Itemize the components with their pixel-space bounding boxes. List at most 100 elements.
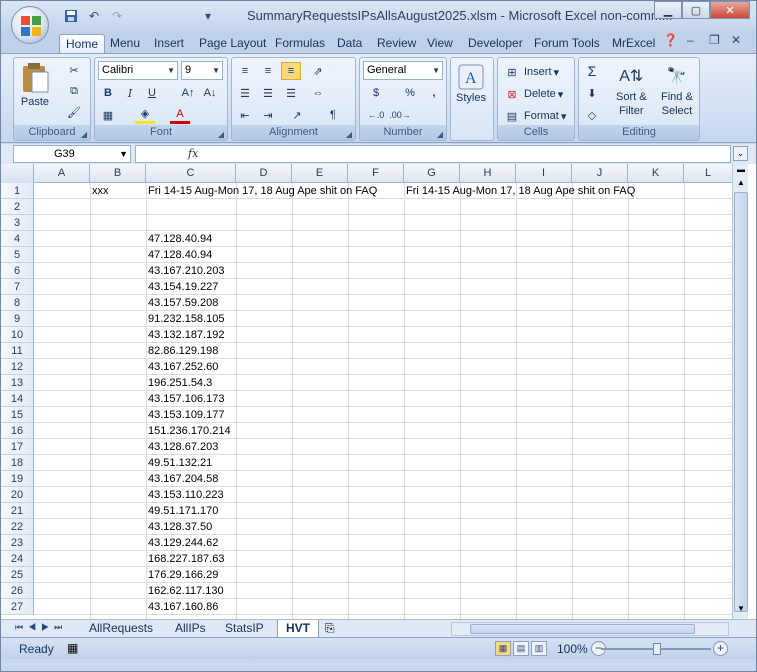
cell-G1[interactable]: Fri 14-15 Aug-Mon 17, 18 Aug Ape shit on… xyxy=(404,183,635,199)
paste-button[interactable]: Paste xyxy=(20,62,50,108)
align-left-icon[interactable]: ☰ xyxy=(235,84,255,102)
customize-qat-icon[interactable]: ▾ xyxy=(198,7,218,25)
align-right-icon[interactable]: ☰ xyxy=(281,84,301,102)
row-header[interactable]: 24 xyxy=(1,551,34,567)
vertical-scroll-thumb[interactable] xyxy=(734,192,748,612)
vertical-scrollbar[interactable]: ▬ ▲ ▼ xyxy=(732,164,748,619)
cell-G23[interactable] xyxy=(404,535,406,551)
cell-C22[interactable]: 43.128.37.50 xyxy=(146,519,212,535)
cell-B22[interactable] xyxy=(90,519,92,535)
cell-G13[interactable] xyxy=(404,375,406,391)
cell-B8[interactable] xyxy=(90,295,92,311)
scroll-split-icon[interactable]: ▬ xyxy=(734,165,748,177)
cell-B20[interactable] xyxy=(90,487,92,503)
cell-C25[interactable]: 176.29.166.29 xyxy=(146,567,218,583)
horizontal-scroll-thumb[interactable] xyxy=(470,624,695,634)
cell-G10[interactable] xyxy=(404,327,406,343)
increase-decimal-icon[interactable]: ←.0 xyxy=(366,106,386,124)
cell-C23[interactable]: 43.129.244.62 xyxy=(146,535,218,551)
zoom-slider-handle[interactable] xyxy=(653,643,661,655)
cell-G8[interactable] xyxy=(404,295,406,311)
cell-C4[interactable]: 47.128.40.94 xyxy=(146,231,212,247)
currency-button[interactable]: $ xyxy=(366,84,386,102)
borders-icon[interactable]: ▦ xyxy=(98,106,118,124)
cell-C19[interactable]: 43.167.204.58 xyxy=(146,471,218,487)
cell-C5[interactable]: 47.128.40.94 xyxy=(146,247,212,263)
tab-view[interactable]: View xyxy=(421,34,459,53)
cell-B5[interactable] xyxy=(90,247,92,263)
cell-G24[interactable] xyxy=(404,551,406,567)
alignment-dialog-launcher-icon[interactable]: ◢ xyxy=(346,127,352,142)
cell-C9[interactable]: 91.232.158.105 xyxy=(146,311,224,327)
row-header[interactable]: 19 xyxy=(1,471,34,487)
dialog-launcher-icon[interactable]: ◢ xyxy=(81,127,87,142)
merge-center-icon[interactable]: ⇔ xyxy=(308,84,328,102)
tab-developer[interactable]: Developer xyxy=(462,34,529,53)
column-header[interactable]: F xyxy=(348,164,404,183)
cell-C20[interactable]: 43.153.110.223 xyxy=(146,487,224,503)
orientation-icon[interactable]: ⇗ xyxy=(308,62,328,80)
cell-B14[interactable] xyxy=(90,391,92,407)
row-header[interactable]: 27 xyxy=(1,599,34,615)
autosum-icon[interactable]: Σ xyxy=(582,62,602,80)
row-header[interactable]: 16 xyxy=(1,423,34,439)
cell-G2[interactable] xyxy=(404,199,406,215)
align-bottom-icon[interactable]: ≡ xyxy=(281,62,301,80)
find-select-button[interactable]: 🔭 Find & Select xyxy=(661,63,693,117)
delete-cells-button[interactable]: ⊠ Delete ▾ xyxy=(502,85,563,103)
cell-B23[interactable] xyxy=(90,535,92,551)
row-header[interactable]: 13 xyxy=(1,375,34,391)
tab-menu[interactable]: Menu xyxy=(104,34,146,53)
align-top-icon[interactable]: ≡ xyxy=(235,62,255,80)
redo-icon[interactable]: ↷ xyxy=(107,7,127,25)
insert-cells-button[interactable]: ⊞ Insert ▾ xyxy=(502,63,559,81)
zoom-slider[interactable] xyxy=(601,643,711,655)
formula-input[interactable]: fx xyxy=(135,145,731,163)
cell-C18[interactable]: 49.51.132.21 xyxy=(146,455,212,471)
column-header[interactable]: L xyxy=(684,164,732,183)
cell-C6[interactable]: 43.167.210.203 xyxy=(146,263,224,279)
number-format-select[interactable]: General ▼ xyxy=(363,61,443,80)
cell-B17[interactable] xyxy=(90,439,92,455)
cell-G15[interactable] xyxy=(404,407,406,423)
font-name-select[interactable]: Calibri ▼ xyxy=(98,61,178,80)
cell-G12[interactable] xyxy=(404,359,406,375)
cell-G20[interactable] xyxy=(404,487,406,503)
cell-B19[interactable] xyxy=(90,471,92,487)
column-header[interactable]: E xyxy=(292,164,348,183)
cell-C11[interactable]: 82.86.129.198 xyxy=(146,343,218,359)
scroll-down-icon[interactable]: ▼ xyxy=(734,604,748,616)
row-header[interactable]: 6 xyxy=(1,263,34,279)
copy-icon[interactable]: ⧉ xyxy=(64,82,84,100)
row-header[interactable]: 21 xyxy=(1,503,34,519)
row-header[interactable]: 9 xyxy=(1,311,34,327)
sort-filter-button[interactable]: A⇅ Sort & Filter xyxy=(616,63,647,117)
font-color-icon[interactable]: A xyxy=(170,106,190,124)
cell-C15[interactable]: 43.153.109.177 xyxy=(146,407,224,423)
align-center-icon[interactable]: ☰ xyxy=(258,84,278,102)
column-header[interactable]: C xyxy=(146,164,236,183)
save-icon[interactable] xyxy=(61,7,81,25)
tab-review[interactable]: Review xyxy=(371,34,422,53)
cell-B24[interactable] xyxy=(90,551,92,567)
column-header[interactable]: I xyxy=(516,164,572,183)
undo-icon[interactable]: ↶ xyxy=(84,7,104,25)
cell-G18[interactable] xyxy=(404,455,406,471)
name-box-dropdown-icon[interactable]: ▼ xyxy=(119,146,128,162)
row-header[interactable]: 15 xyxy=(1,407,34,423)
cell-B4[interactable] xyxy=(90,231,92,247)
tab-home[interactable]: Home xyxy=(59,34,106,53)
row-header[interactable]: 1 xyxy=(1,183,34,199)
tab-page-layout[interactable]: Page Layout xyxy=(193,34,272,53)
cell-G11[interactable] xyxy=(404,343,406,359)
name-box[interactable]: G39 ▼ xyxy=(13,145,131,163)
row-header[interactable]: 4 xyxy=(1,231,34,247)
row-header[interactable]: 3 xyxy=(1,215,34,231)
cell-B25[interactable] xyxy=(90,567,92,583)
office-button[interactable] xyxy=(11,6,49,44)
cell-C1[interactable]: Fri 14-15 Aug-Mon 17, 18 Aug Ape shit on… xyxy=(146,183,377,199)
cell-B11[interactable] xyxy=(90,343,92,359)
cell-B1[interactable]: xxx xyxy=(90,183,109,199)
cell-C2[interactable] xyxy=(146,199,148,215)
align-middle-icon[interactable]: ≡ xyxy=(258,62,278,80)
